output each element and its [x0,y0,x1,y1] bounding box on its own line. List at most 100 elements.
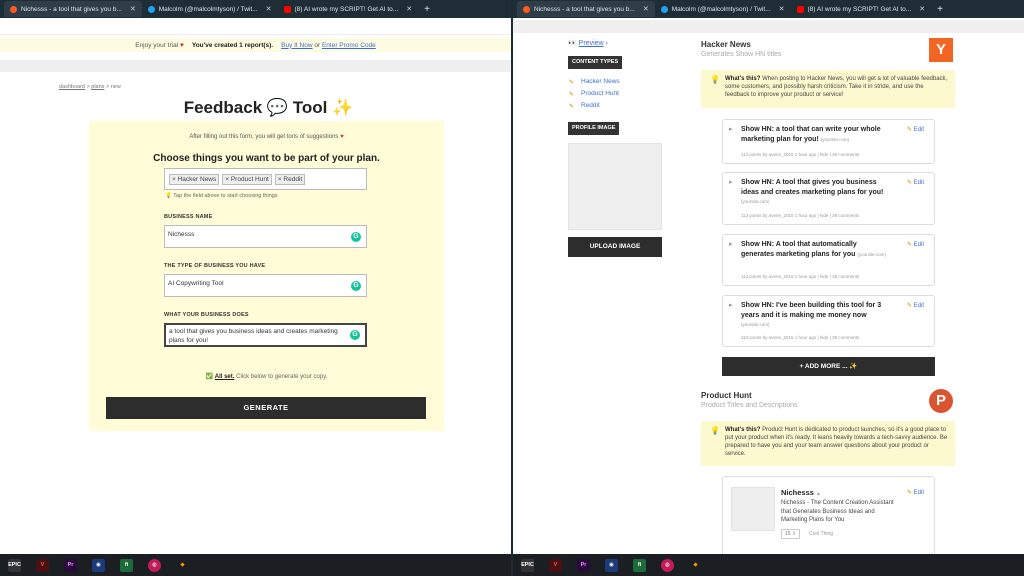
sidebar-link-hacker-news[interactable]: Hacker News [581,78,620,85]
tab-title: Nichesss - a tool that gives you b... [21,5,122,13]
product-description: Nichesss - The Content Creation Assistan… [781,500,894,523]
product-hunt-info: 💡 What's this? Product Hunt is dedicated… [701,421,955,466]
heart-icon: ♥ [180,41,184,49]
hn-meta: 113 points by averie_2015 1 hour ago | h… [741,152,860,157]
edit-button[interactable]: Edit [907,126,924,133]
all-set-message: ✅ All set. Click below to generate your … [205,374,328,380]
eyes-icon: 👀 [568,40,577,47]
tap-hint: 💡 Tap the field above to start choosing … [165,193,278,199]
vivaldi-icon[interactable]: V [549,558,562,572]
new-tab-button[interactable]: + [937,4,943,15]
generate-button[interactable]: GENERATE [106,397,426,419]
hn-meta: 113 points by averie_2015 1 hour ago | h… [741,274,860,279]
app-icon[interactable]: ◍ [148,558,161,572]
tab-youtube[interactable]: (8) AI wrote my SCRIPT! Get AI to... ✕ [278,1,419,17]
promo-code-link[interactable]: Enter Promo Code [322,42,376,49]
business-name-field[interactable]: Nichesss G [164,225,367,248]
breadcrumb-dashboard[interactable]: dashboard [59,84,85,90]
trial-text: Enjoy your trial ♥ [135,41,184,49]
youtube-favicon-icon [796,5,804,13]
business-type-field[interactable]: AI Copywriting Tool G [164,274,367,297]
premiere-icon[interactable]: Pr [577,558,590,572]
tab-twitter[interactable]: Malcolm (@malcolmtyson) / Twit... ✕ [655,1,791,17]
pencil-icon: ✎ [569,80,575,86]
close-icon[interactable]: ✕ [406,5,412,13]
nav-band [0,60,511,72]
close-icon[interactable]: ✕ [779,5,785,13]
sidebar-link-reddit[interactable]: Reddit [581,102,600,109]
app-icon[interactable]: ◍ [661,558,674,572]
nichesss-favicon-icon [10,5,17,13]
browser-tab-strip: Nichesss - a tool that gives you b... ✕ … [513,0,1024,18]
taskbar: EPIC V Pr ◉ fi ◍ ◆ [0,554,511,576]
twitter-favicon-icon [660,5,668,13]
tab-nichesss[interactable]: Nichesss - a tool that gives you b... ✕ [517,1,655,17]
hn-title: Show HN: I've been building this tool fo… [729,301,891,330]
close-icon[interactable]: ✕ [130,5,136,13]
profile-image-placeholder [568,143,662,230]
plan-form: After filling out this form, you will ge… [89,121,444,431]
product-hunt-card: Nichesss ▲ Nichesss - The Content Creati… [722,476,935,556]
edit-button[interactable]: Edit [907,241,924,248]
pencil-icon: ✎ [569,92,575,98]
edit-button[interactable]: Edit [907,489,924,496]
edit-button[interactable]: Edit [907,179,924,186]
business-does-field[interactable]: a tool that gives you business ideas and… [164,323,367,347]
hacker-news-info: 💡 What's this? When posting to Hacker Ne… [701,70,955,108]
form-hint: After filling out this form, you will ge… [189,134,344,140]
premiere-icon[interactable]: Pr [64,558,77,572]
tag-reddit[interactable]: × Reddit [274,174,306,185]
product-hunt-logo: P [929,389,953,413]
hacker-news-logo: Y [929,38,953,62]
or-text: or [314,41,321,49]
tab-twitter[interactable]: Malcolm (@malcolmtyson) / Twit... ✕ [142,1,278,17]
close-icon[interactable]: ✕ [266,5,272,13]
product-thumbnail [731,487,775,531]
business-name-label: BUSINESS NAME [164,214,213,220]
close-icon[interactable]: ✕ [643,5,649,13]
vivaldi-icon[interactable]: V [36,558,49,572]
breadcrumb: dashboard > plans > new [59,84,121,90]
fi-app-icon[interactable]: fi [120,558,133,572]
close-icon[interactable]: ✕ [919,5,925,13]
app-icon[interactable]: ◆ [689,559,702,572]
reports-created: You've created 1 report(s). [191,41,274,49]
grammarly-icon[interactable]: G [351,281,361,291]
epic-games-icon[interactable]: EPIC [521,558,534,572]
business-type-value: AI Copywriting Tool [168,280,224,287]
page-title: Feedback 💬 Tool ✨ [183,98,354,117]
grammarly-icon[interactable]: G [350,330,360,340]
tag-product-hunt[interactable]: × Product Hunt [222,174,272,185]
grammarly-icon[interactable]: G [351,232,361,242]
breadcrumb-current: new [110,84,121,90]
breadcrumb-plans[interactable]: plans [91,84,104,90]
chevron-up-icon: ▲ [816,491,821,497]
hn-title-card: Show HN: I've been building this tool fo… [722,295,935,347]
tab-youtube[interactable]: (8) AI wrote my SCRIPT! Get AI to... ✕ [791,1,932,17]
upvote-button[interactable]: 15 ⇧ [781,529,801,539]
content-types-heading: CONTENT TYPES [568,56,623,69]
pencil-icon: ✎ [569,104,575,110]
content-type-select[interactable]: × Hacker News × Product Hunt × Reddit [164,168,367,190]
add-more-button[interactable]: + ADD MORE ... ✨ [722,357,935,376]
hn-title: Show HN: A tool that automatically gener… [729,240,891,259]
buy-it-now-link[interactable]: Buy It Now [281,42,312,49]
fi-app-icon[interactable]: fi [633,558,646,572]
youtube-favicon-icon [283,5,291,13]
trial-banner: Enjoy your trial ♥ You've created 1 repo… [0,38,511,52]
choose-heading: Choose things you want to be part of you… [153,153,380,164]
tab-nichesss[interactable]: Nichesss - a tool that gives you b... ✕ [4,1,142,17]
epic-games-icon[interactable]: EPIC [8,558,21,572]
new-tab-button[interactable]: + [424,4,430,15]
sidebar-link-product-hunt[interactable]: Product Hunt [581,90,619,97]
bitwarden-icon[interactable]: ◉ [92,558,105,572]
preview-link[interactable]: 👀 Preview › [568,39,608,47]
edit-button[interactable]: Edit [907,302,924,309]
breadcrumb-sep: > [86,84,90,90]
hacker-news-heading: Hacker News [701,40,751,49]
product-tag: Cool Thing [809,531,834,537]
upload-image-button[interactable]: UPLOAD IMAGE [568,237,662,257]
bitwarden-icon[interactable]: ◉ [605,558,618,572]
tag-hacker-news[interactable]: × Hacker News [169,174,220,185]
app-icon[interactable]: ◆ [176,559,189,572]
